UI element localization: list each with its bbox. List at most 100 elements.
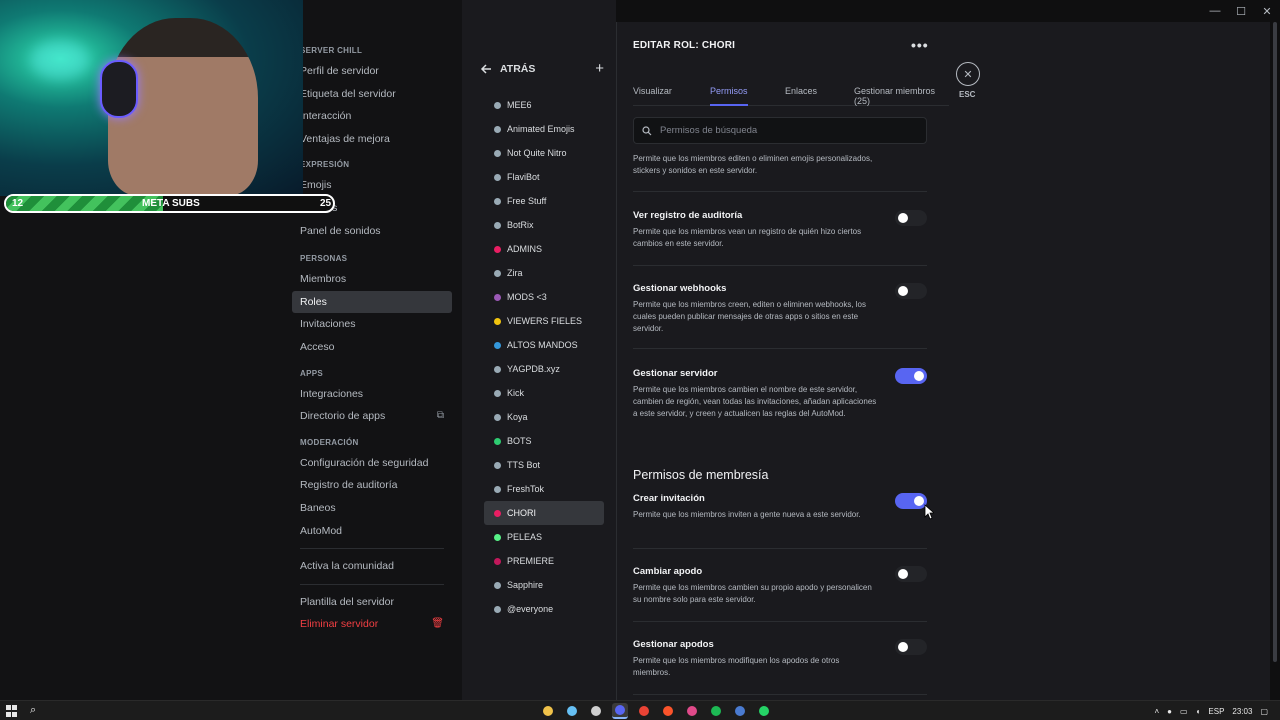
role-item[interactable]: Kick	[484, 381, 604, 405]
sidebar-item-configuracion-de-seguridad[interactable]: Configuración de seguridad	[292, 452, 452, 475]
sidebar-item-panel-de-sonidos[interactable]: Panel de sonidos	[292, 220, 452, 243]
sidebar-item-acceso[interactable]: Acceso	[292, 336, 452, 359]
sidebar-item-invitaciones[interactable]: Invitaciones	[292, 313, 452, 336]
maximize-button[interactable]: ☐	[1228, 0, 1254, 22]
perm-toggle[interactable]	[895, 368, 927, 384]
role-item[interactable]: Zira	[484, 261, 604, 285]
sidebar-item-directorio-de-apps[interactable]: Directorio de apps ⧉	[292, 405, 452, 428]
sidebar-item-template[interactable]: Plantilla del servidor	[292, 591, 452, 614]
role-item[interactable]: Animated Emojis	[484, 117, 604, 141]
app-glyph	[615, 705, 625, 715]
role-item[interactable]: ALTOS MANDOS	[484, 333, 604, 357]
role-item[interactable]: PELEAS	[484, 525, 604, 549]
role-item[interactable]: FlaviBot	[484, 165, 604, 189]
subs-label: META SUBS	[142, 198, 200, 209]
search-icon[interactable]: ⌕	[30, 704, 36, 717]
role-name: MODS <3	[507, 292, 547, 302]
delete-server-button[interactable]: Eliminar servidor 🗑	[292, 613, 452, 636]
spotify-icon[interactable]	[708, 703, 724, 719]
sidebar-item-roles[interactable]: Roles	[292, 290, 452, 314]
tab-visualizar[interactable]: Visualizar	[633, 86, 672, 106]
role-item[interactable]: MODS <3	[484, 285, 604, 309]
role-item[interactable]: FreshTok	[484, 477, 604, 501]
tab-permisos[interactable]: Permisos	[710, 86, 748, 106]
role-item[interactable]: Koya	[484, 405, 604, 429]
sidebar-item-community[interactable]: Activa la comunidad	[292, 555, 452, 578]
steam-icon[interactable]	[564, 703, 580, 719]
sidebar-item-baneos[interactable]: Baneos	[292, 497, 452, 520]
role-item[interactable]: ADMINS	[484, 237, 604, 261]
sidebar-item-etiqueta-del-servidor[interactable]: Etiqueta del servidor	[292, 83, 452, 106]
role-item[interactable]: BOTS	[484, 429, 604, 453]
app-glyph	[759, 706, 769, 716]
network-icon[interactable]: ▭	[1180, 707, 1188, 716]
scrollbar-thumb[interactable]	[1273, 22, 1277, 662]
toggle-knob	[898, 286, 908, 296]
perm-toggle[interactable]	[895, 493, 927, 509]
folder-icon[interactable]	[540, 703, 556, 719]
perm-toggle[interactable]	[895, 566, 927, 582]
role-item[interactable]: Free Stuff	[484, 189, 604, 213]
whatsapp-icon[interactable]	[756, 703, 772, 719]
role-item[interactable]: Sapphire	[484, 573, 604, 597]
role-name: FlaviBot	[507, 172, 540, 182]
scrollbar[interactable]	[1272, 22, 1278, 682]
sidebar-item-ventajas-de-mejora[interactable]: Ventajas de mejora	[292, 128, 452, 151]
windows-start-icon[interactable]	[6, 705, 18, 717]
search-input[interactable]	[660, 125, 910, 136]
language-indicator[interactable]: ESP	[1208, 707, 1224, 716]
close-window-button[interactable]: ✕	[1254, 0, 1280, 22]
role-color-dot	[494, 197, 501, 205]
close-icon[interactable]: ✕	[956, 62, 980, 86]
tab-gestionar-miembros[interactable]: Gestionar miembros (25)	[854, 86, 949, 106]
role-item[interactable]: PREMIERE	[484, 549, 604, 573]
perm-item: Gestionar servidor Permite que los miemb…	[633, 368, 927, 450]
app-icon[interactable]	[732, 703, 748, 719]
role-name: Kick	[507, 388, 525, 398]
sidebar-item-perfil-de-servidor[interactable]: Perfil de servidor	[292, 60, 452, 83]
perm-toggle[interactable]	[895, 639, 927, 655]
perm-description: Permite que los miembros editen o elimin…	[633, 154, 873, 175]
section-header: SERVER CHILL	[300, 46, 363, 55]
minimize-button[interactable]: —	[1202, 0, 1228, 22]
media-player-icon[interactable]	[684, 703, 700, 719]
discord-icon[interactable]	[612, 703, 628, 719]
app-glyph	[687, 706, 697, 716]
sidebar-item-registro-de-auditoria[interactable]: Registro de auditoría	[292, 474, 452, 497]
sidebar-item-label: Integraciones	[300, 387, 364, 400]
perm-toggle[interactable]	[895, 283, 927, 299]
clock[interactable]: 23:03	[1232, 707, 1252, 716]
external-link-icon: ⧉	[436, 410, 444, 422]
role-item[interactable]: TTS Bot	[484, 453, 604, 477]
sidebar-item-interaccion[interactable]: Interacción	[292, 105, 452, 128]
notifications-icon[interactable]: ▢	[1260, 707, 1268, 716]
role-item[interactable]: CHORI	[484, 501, 604, 525]
perm-toggle[interactable]	[895, 210, 927, 226]
role-item[interactable]: VIEWERS FIELES	[484, 309, 604, 333]
back-button[interactable]: ATRÁS	[480, 63, 535, 75]
role-item[interactable]: @everyone	[484, 597, 604, 621]
role-item[interactable]: Not Quite Nitro	[484, 141, 604, 165]
brave-icon[interactable]	[660, 703, 676, 719]
role-name: Animated Emojis	[507, 124, 575, 134]
role-item[interactable]: YAGPDB.xyz	[484, 357, 604, 381]
clock-icon[interactable]	[588, 703, 604, 719]
chrome-icon[interactable]	[636, 703, 652, 719]
toggle-knob	[914, 496, 924, 506]
role-name: Zira	[507, 268, 523, 278]
trash-icon: 🗑	[431, 618, 444, 630]
perm-item: Permite que los miembros editen o elimin…	[633, 152, 927, 192]
sidebar-item-integraciones[interactable]: Integraciones	[292, 383, 452, 406]
role-item[interactable]: MEE6	[484, 93, 604, 117]
toggle-knob	[898, 213, 908, 223]
role-item[interactable]: BotRix	[484, 213, 604, 237]
perm-description: Permite que los miembros creen, editen o…	[633, 300, 867, 333]
sidebar-item-automod[interactable]: AutoMod	[292, 520, 452, 543]
microphone-icon[interactable]: ●	[1167, 707, 1172, 716]
plus-icon[interactable]: +	[595, 61, 604, 76]
tab-enlaces[interactable]: Enlaces	[785, 86, 817, 106]
sidebar-item-miembros[interactable]: Miembros	[292, 268, 452, 291]
chevron-up-icon[interactable]: ˄	[1154, 707, 1159, 716]
volume-icon[interactable]: ◖	[1196, 707, 1201, 716]
more-options-icon[interactable]: •••	[911, 37, 929, 53]
